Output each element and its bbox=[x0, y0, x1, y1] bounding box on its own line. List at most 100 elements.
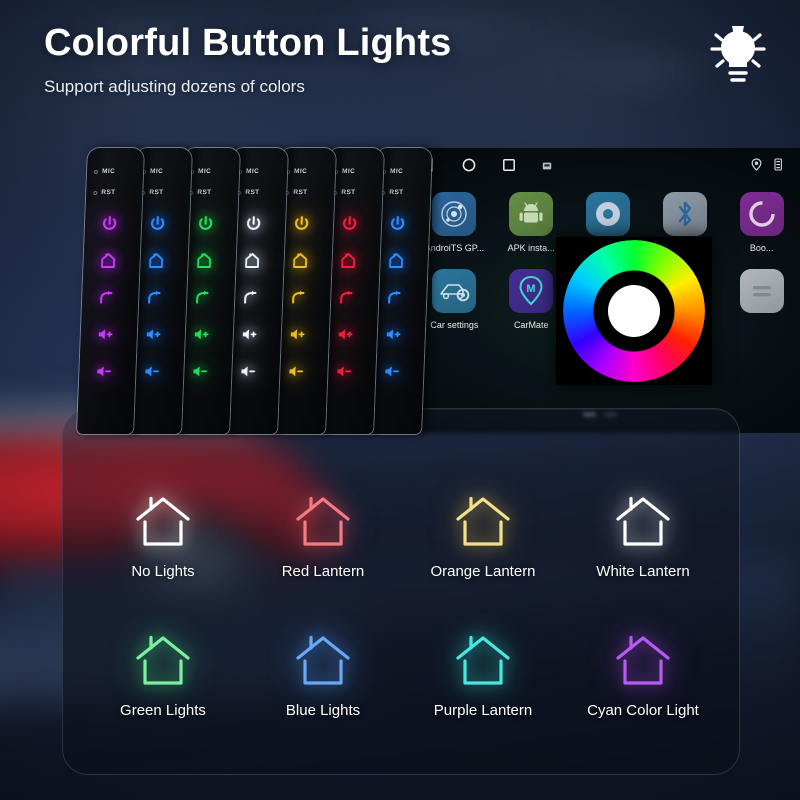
poster-stage: Colorful Button Lights Support adjusting… bbox=[0, 0, 800, 800]
mic-indicator: MIC bbox=[190, 168, 211, 175]
mic-indicator: MIC bbox=[94, 168, 115, 175]
power-icon[interactable] bbox=[336, 210, 363, 236]
carmate-icon[interactable]: M bbox=[509, 269, 554, 313]
power-icon[interactable] bbox=[96, 210, 123, 236]
rst-label: RST bbox=[101, 189, 116, 196]
volume-down-icon[interactable] bbox=[90, 358, 117, 384]
back-icon[interactable] bbox=[333, 284, 360, 310]
header: Colorful Button Lights Support adjusting… bbox=[44, 22, 764, 97]
power-icon[interactable] bbox=[288, 210, 315, 236]
mic-label: MIC bbox=[293, 168, 308, 175]
rst-led-icon bbox=[93, 190, 98, 195]
android-icon[interactable] bbox=[509, 192, 554, 236]
rst-label: RST bbox=[197, 189, 212, 196]
home-icon[interactable] bbox=[238, 247, 265, 273]
app-label: Car settings bbox=[430, 320, 479, 330]
rst-indicator: RST bbox=[285, 189, 308, 196]
volume-down-icon[interactable] bbox=[378, 358, 405, 384]
mic-label: MIC bbox=[197, 168, 212, 175]
rst-indicator: RST bbox=[189, 189, 212, 196]
color-option-row: No Lights Red Lantern Orange Lantern Whi… bbox=[83, 487, 723, 580]
house-icon bbox=[243, 626, 403, 688]
volume-down-icon[interactable] bbox=[138, 358, 165, 384]
chrome-icon[interactable] bbox=[585, 192, 630, 236]
power-icon[interactable] bbox=[240, 210, 267, 236]
circle-home-icon[interactable] bbox=[462, 158, 476, 177]
screenshot-icon[interactable] bbox=[542, 158, 552, 176]
color-option-label: White Lantern bbox=[596, 563, 690, 580]
app-boot-icon[interactable]: Boo... bbox=[723, 192, 800, 253]
volume-up-icon[interactable] bbox=[283, 321, 310, 347]
app-car-settings-icon[interactable]: Car settings bbox=[416, 269, 493, 330]
power-icon[interactable] bbox=[384, 210, 411, 236]
home-icon[interactable] bbox=[142, 247, 169, 273]
back-icon[interactable] bbox=[93, 284, 120, 310]
volume-up-icon[interactable] bbox=[139, 321, 166, 347]
svg-text:M: M bbox=[527, 283, 536, 295]
lightbulb-icon bbox=[706, 16, 770, 88]
mic-label: MIC bbox=[245, 168, 260, 175]
home-icon[interactable] bbox=[94, 247, 121, 273]
color-option[interactable]: Green Lights bbox=[83, 626, 243, 719]
color-option[interactable]: Orange Lantern bbox=[403, 487, 563, 580]
color-option-label: Red Lantern bbox=[281, 563, 365, 580]
rst-indicator: RST bbox=[381, 189, 404, 196]
color-option-row: Green Lights Blue Lights Purple Lantern … bbox=[83, 626, 723, 719]
volume-up-icon[interactable] bbox=[379, 321, 406, 347]
back-icon[interactable] bbox=[141, 284, 168, 310]
rst-indicator: RST bbox=[333, 189, 356, 196]
back-icon[interactable] bbox=[189, 284, 216, 310]
volume-up-icon[interactable] bbox=[331, 321, 358, 347]
rst-label: RST bbox=[389, 189, 404, 196]
home-icon[interactable] bbox=[286, 247, 313, 273]
volume-up-icon[interactable] bbox=[235, 321, 262, 347]
house-icon bbox=[83, 487, 243, 549]
home-icon[interactable] bbox=[334, 247, 361, 273]
home-icon[interactable] bbox=[382, 247, 409, 273]
volume-down-icon[interactable] bbox=[234, 358, 261, 384]
house-icon bbox=[83, 626, 243, 688]
gps-icon[interactable] bbox=[432, 192, 477, 236]
volume-down-icon[interactable] bbox=[282, 358, 309, 384]
color-option-label: Green Lights bbox=[120, 702, 206, 719]
color-options-grid: No Lights Red Lantern Orange Lantern Whi… bbox=[83, 487, 723, 719]
button-panel-purple-panel[interactable]: MIC RST bbox=[77, 148, 144, 434]
house-icon bbox=[563, 626, 723, 688]
rst-indicator: RST bbox=[141, 189, 164, 196]
volume-up-icon[interactable] bbox=[91, 321, 118, 347]
boot-icon[interactable] bbox=[739, 192, 784, 236]
rst-label: RST bbox=[149, 189, 164, 196]
back-icon[interactable] bbox=[381, 284, 408, 310]
color-option-label: Cyan Color Light bbox=[587, 702, 699, 719]
volume-down-icon[interactable] bbox=[186, 358, 213, 384]
car-settings-icon[interactable] bbox=[432, 269, 477, 313]
bluetooth-icon[interactable] bbox=[662, 192, 707, 236]
color-option[interactable]: Red Lantern bbox=[243, 487, 403, 580]
mic-led-icon bbox=[94, 169, 99, 174]
color-option[interactable]: Blue Lights bbox=[243, 626, 403, 719]
color-option[interactable]: Cyan Color Light bbox=[563, 626, 723, 719]
square-recents-icon[interactable] bbox=[502, 158, 516, 177]
mic-indicator: MIC bbox=[286, 168, 307, 175]
color-option-label: Purple Lantern bbox=[433, 702, 533, 719]
mic-label: MIC bbox=[101, 168, 116, 175]
location-pin-icon bbox=[751, 158, 762, 176]
color-option[interactable]: Purple Lantern bbox=[403, 626, 563, 719]
house-icon bbox=[243, 487, 403, 549]
home-icon[interactable] bbox=[190, 247, 217, 273]
app-grey-app-icon[interactable] bbox=[723, 269, 800, 330]
mic-indicator: MIC bbox=[382, 168, 403, 175]
house-icon bbox=[403, 487, 563, 549]
android-navbar bbox=[400, 148, 800, 182]
grey-app-icon[interactable] bbox=[739, 269, 784, 313]
volume-up-icon[interactable] bbox=[187, 321, 214, 347]
volume-down-icon[interactable] bbox=[330, 358, 357, 384]
white-center-knob[interactable] bbox=[608, 285, 660, 337]
color-wheel-popup[interactable] bbox=[556, 237, 712, 385]
color-option[interactable]: White Lantern bbox=[563, 487, 723, 580]
power-icon[interactable] bbox=[144, 210, 171, 236]
back-icon[interactable] bbox=[237, 284, 264, 310]
power-icon[interactable] bbox=[192, 210, 219, 236]
color-option[interactable]: No Lights bbox=[83, 487, 243, 580]
back-icon[interactable] bbox=[285, 284, 312, 310]
